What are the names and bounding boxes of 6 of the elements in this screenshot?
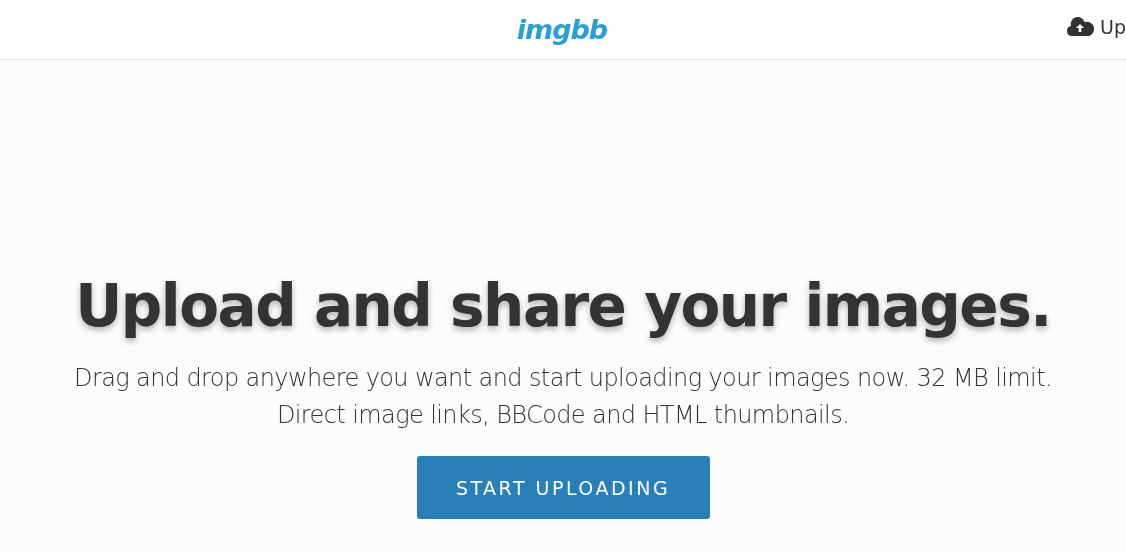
site-logo[interactable]: imgbb: [516, 14, 608, 45]
upload-link[interactable]: Up: [1066, 16, 1126, 38]
hero-title: Upload and share your images.: [75, 272, 1051, 340]
start-uploading-button[interactable]: START UPLOADING: [416, 456, 710, 519]
hero-subtitle: Drag and drop anywhere you want and start uploading your images now. 32 MB limit. Direct image links, BBCode and HTML thumbnails.: [73, 363, 1053, 431]
cloud-upload-icon: [1066, 17, 1095, 37]
